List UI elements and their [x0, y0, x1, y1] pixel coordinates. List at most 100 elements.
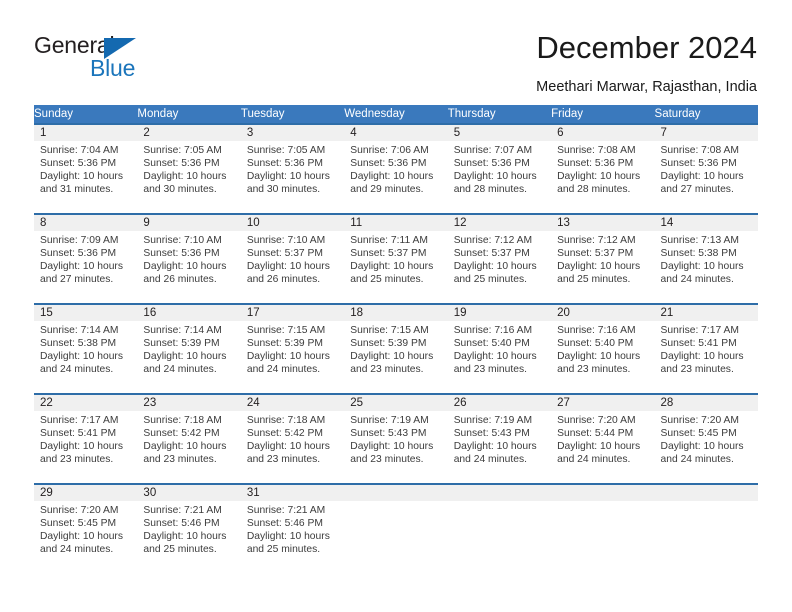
daylight-text: Daylight: 10 hours and 26 minutes.	[246, 261, 330, 286]
day-number	[551, 485, 655, 501]
sunrise-text: Sunrise: 7:12 AM	[453, 235, 533, 246]
page-header: General Blue December 2024 Meethari Marw…	[0, 0, 792, 100]
sunset-text: Sunset: 5:42 PM	[246, 428, 323, 440]
day-number: 22	[34, 395, 138, 411]
sunset-text: Sunset: 5:37 PM	[557, 248, 634, 260]
sunrise-text: Sunrise: 7:17 AM	[40, 415, 119, 426]
calendar-day-cell[interactable]: 30 Sunrise: 7:21 AM Sunset: 5:46 PM Dayligh…	[137, 483, 241, 574]
daylight-text: Daylight: 10 hours and 30 minutes.	[246, 171, 330, 196]
sunset-text: Sunset: 5:36 PM	[350, 158, 427, 170]
calendar-day-cell[interactable]: 14 Sunrise: 7:13 AM Sunset: 5:38 PM Dayligh…	[654, 213, 758, 304]
day-details: Sunrise: 7:17 AM Sunset: 5:41 PM Daylight:…	[34, 411, 137, 466]
daylight-text: Daylight: 10 hours and 25 minutes.	[557, 261, 641, 286]
day-number: 10	[240, 215, 345, 231]
day-details: Sunrise: 7:05 AM Sunset: 5:36 PM Daylight:…	[241, 141, 344, 196]
calendar-day-cell[interactable]: 6 Sunrise: 7:08 AM Sunset: 5:36 PM Daylight…	[551, 123, 655, 214]
calendar-day-cell[interactable]: 9 Sunrise: 7:10 AM Sunset: 5:36 PM Daylight…	[137, 213, 241, 304]
sunset-text: Sunset: 5:37 PM	[246, 248, 323, 260]
day-number: 6	[551, 125, 655, 141]
calendar-day-cell[interactable]: 21 Sunrise: 7:17 AM Sunset: 5:41 PM Dayligh…	[654, 303, 758, 394]
calendar-day-cell-empty	[344, 483, 448, 574]
calendar-day-cell[interactable]: 7 Sunrise: 7:08 AM Sunset: 5:36 PM Daylight…	[654, 123, 758, 214]
sunset-text: Sunset: 5:36 PM	[143, 158, 220, 170]
calendar-body: 1 Sunrise: 7:04 AM Sunset: 5:36 PM Daylight…	[34, 123, 758, 574]
sunrise-text: Sunrise: 7:17 AM	[660, 325, 739, 336]
sunrise-text: Sunrise: 7:09 AM	[40, 235, 119, 246]
day-number: 2	[137, 125, 241, 141]
sunrise-text: Sunrise: 7:16 AM	[453, 325, 533, 336]
daylight-text: Daylight: 10 hours and 25 minutes.	[453, 261, 537, 286]
daylight-text: Daylight: 10 hours and 27 minutes.	[660, 171, 744, 196]
day-number: 11	[344, 215, 448, 231]
sunrise-text: Sunrise: 7:06 AM	[350, 145, 429, 156]
sunrise-text: Sunrise: 7:15 AM	[350, 325, 429, 336]
day-details: Sunrise: 7:08 AM Sunset: 5:36 PM Daylight:…	[551, 141, 654, 196]
calendar-day-cell[interactable]: 22 Sunrise: 7:17 AM Sunset: 5:41 PM Dayligh…	[34, 393, 138, 484]
sunset-text: Sunset: 5:44 PM	[557, 428, 634, 440]
day-details: Sunrise: 7:16 AM Sunset: 5:40 PM Daylight:…	[551, 321, 654, 376]
sunrise-text: Sunrise: 7:04 AM	[40, 145, 119, 156]
calendar-day-cell[interactable]: 25 Sunrise: 7:19 AM Sunset: 5:43 PM Dayligh…	[344, 393, 448, 484]
day-number: 9	[137, 215, 241, 231]
calendar-day-cell[interactable]: 29 Sunrise: 7:20 AM Sunset: 5:45 PM Dayligh…	[34, 483, 138, 574]
weekday-header-wednesday: Wednesday	[344, 105, 448, 124]
daylight-text: Daylight: 10 hours and 23 minutes.	[350, 441, 434, 466]
calendar-day-cell[interactable]: 3 Sunrise: 7:05 AM Sunset: 5:36 PM Daylight…	[240, 123, 345, 214]
calendar-day-cell[interactable]: 26 Sunrise: 7:19 AM Sunset: 5:43 PM Dayligh…	[447, 393, 552, 484]
sunset-text: Sunset: 5:38 PM	[660, 248, 737, 260]
calendar-day-cell[interactable]: 23 Sunrise: 7:18 AM Sunset: 5:42 PM Dayligh…	[137, 393, 241, 484]
calendar-day-cell[interactable]: 12 Sunrise: 7:12 AM Sunset: 5:37 PM Dayligh…	[447, 213, 552, 304]
day-number: 5	[447, 125, 552, 141]
calendar-week-row: 15 Sunrise: 7:14 AM Sunset: 5:38 PM Dayligh…	[34, 303, 758, 394]
calendar-day-cell[interactable]: 24 Sunrise: 7:18 AM Sunset: 5:42 PM Dayligh…	[240, 393, 345, 484]
calendar-day-cell[interactable]: 28 Sunrise: 7:20 AM Sunset: 5:45 PM Dayligh…	[654, 393, 758, 484]
daylight-text: Daylight: 10 hours and 29 minutes.	[350, 171, 434, 196]
day-number: 12	[447, 215, 552, 231]
sunset-text: Sunset: 5:36 PM	[40, 158, 117, 170]
day-number: 1	[34, 125, 138, 141]
day-details: Sunrise: 7:21 AM Sunset: 5:46 PM Daylight:…	[241, 501, 344, 556]
sunrise-text: Sunrise: 7:20 AM	[557, 415, 636, 426]
calendar-day-cell[interactable]: 27 Sunrise: 7:20 AM Sunset: 5:44 PM Dayligh…	[551, 393, 655, 484]
day-details: Sunrise: 7:12 AM Sunset: 5:37 PM Daylight:…	[448, 231, 551, 286]
daylight-text: Daylight: 10 hours and 27 minutes.	[40, 261, 123, 286]
daylight-text: Daylight: 10 hours and 25 minutes.	[350, 261, 434, 286]
day-number: 15	[34, 305, 138, 321]
calendar-day-cell[interactable]: 18 Sunrise: 7:15 AM Sunset: 5:39 PM Dayligh…	[344, 303, 448, 394]
sunrise-text: Sunrise: 7:20 AM	[40, 505, 119, 516]
calendar-day-cell[interactable]: 13 Sunrise: 7:12 AM Sunset: 5:37 PM Dayligh…	[551, 213, 655, 304]
day-number: 24	[240, 395, 345, 411]
sunset-text: Sunset: 5:37 PM	[453, 248, 530, 260]
calendar-week-row: 29 Sunrise: 7:20 AM Sunset: 5:45 PM Dayligh…	[34, 483, 758, 574]
calendar-day-cell[interactable]: 5 Sunrise: 7:07 AM Sunset: 5:36 PM Daylight…	[447, 123, 552, 214]
sunset-text: Sunset: 5:43 PM	[350, 428, 427, 440]
calendar-day-cell[interactable]: 1 Sunrise: 7:04 AM Sunset: 5:36 PM Daylight…	[34, 123, 138, 214]
calendar-day-cell[interactable]: 17 Sunrise: 7:15 AM Sunset: 5:39 PM Dayligh…	[240, 303, 345, 394]
calendar-day-cell[interactable]: 11 Sunrise: 7:11 AM Sunset: 5:37 PM Dayligh…	[344, 213, 448, 304]
calendar-day-cell[interactable]: 8 Sunrise: 7:09 AM Sunset: 5:36 PM Daylight…	[34, 213, 138, 304]
sunrise-text: Sunrise: 7:12 AM	[557, 235, 636, 246]
sunset-text: Sunset: 5:46 PM	[143, 518, 220, 530]
calendar-day-cell[interactable]: 15 Sunrise: 7:14 AM Sunset: 5:38 PM Dayligh…	[34, 303, 138, 394]
sunrise-text: Sunrise: 7:18 AM	[143, 415, 222, 426]
calendar-day-cell[interactable]: 31 Sunrise: 7:21 AM Sunset: 5:46 PM Dayligh…	[240, 483, 345, 574]
general-blue-logo[interactable]: General Blue	[34, 34, 174, 86]
calendar-week-row: 1 Sunrise: 7:04 AM Sunset: 5:36 PM Daylight…	[34, 123, 758, 214]
calendar-day-cell[interactable]: 16 Sunrise: 7:14 AM Sunset: 5:39 PM Dayligh…	[137, 303, 241, 394]
calendar-day-cell[interactable]: 10 Sunrise: 7:10 AM Sunset: 5:37 PM Dayligh…	[240, 213, 345, 304]
day-details: Sunrise: 7:17 AM Sunset: 5:41 PM Daylight:…	[655, 321, 758, 376]
day-details: Sunrise: 7:13 AM Sunset: 5:38 PM Daylight:…	[655, 231, 758, 286]
calendar-day-cell[interactable]: 20 Sunrise: 7:16 AM Sunset: 5:40 PM Dayligh…	[551, 303, 655, 394]
calendar-week-row: 22 Sunrise: 7:17 AM Sunset: 5:41 PM Dayligh…	[34, 393, 758, 484]
calendar-day-cell[interactable]: 4 Sunrise: 7:06 AM Sunset: 5:36 PM Daylight…	[344, 123, 448, 214]
day-details: Sunrise: 7:11 AM Sunset: 5:37 PM Daylight:…	[344, 231, 447, 286]
calendar-day-cell[interactable]: 19 Sunrise: 7:16 AM Sunset: 5:40 PM Dayligh…	[447, 303, 552, 394]
calendar-day-cell[interactable]: 2 Sunrise: 7:05 AM Sunset: 5:36 PM Daylight…	[137, 123, 241, 214]
logo-text-general: General	[34, 32, 115, 58]
sunrise-text: Sunrise: 7:14 AM	[40, 325, 119, 336]
daylight-text: Daylight: 10 hours and 23 minutes.	[143, 441, 227, 466]
daylight-text: Daylight: 10 hours and 24 minutes.	[660, 441, 744, 466]
day-details: Sunrise: 7:05 AM Sunset: 5:36 PM Daylight:…	[137, 141, 240, 196]
sunrise-text: Sunrise: 7:15 AM	[246, 325, 326, 336]
weekday-header-thursday: Thursday	[447, 105, 552, 124]
